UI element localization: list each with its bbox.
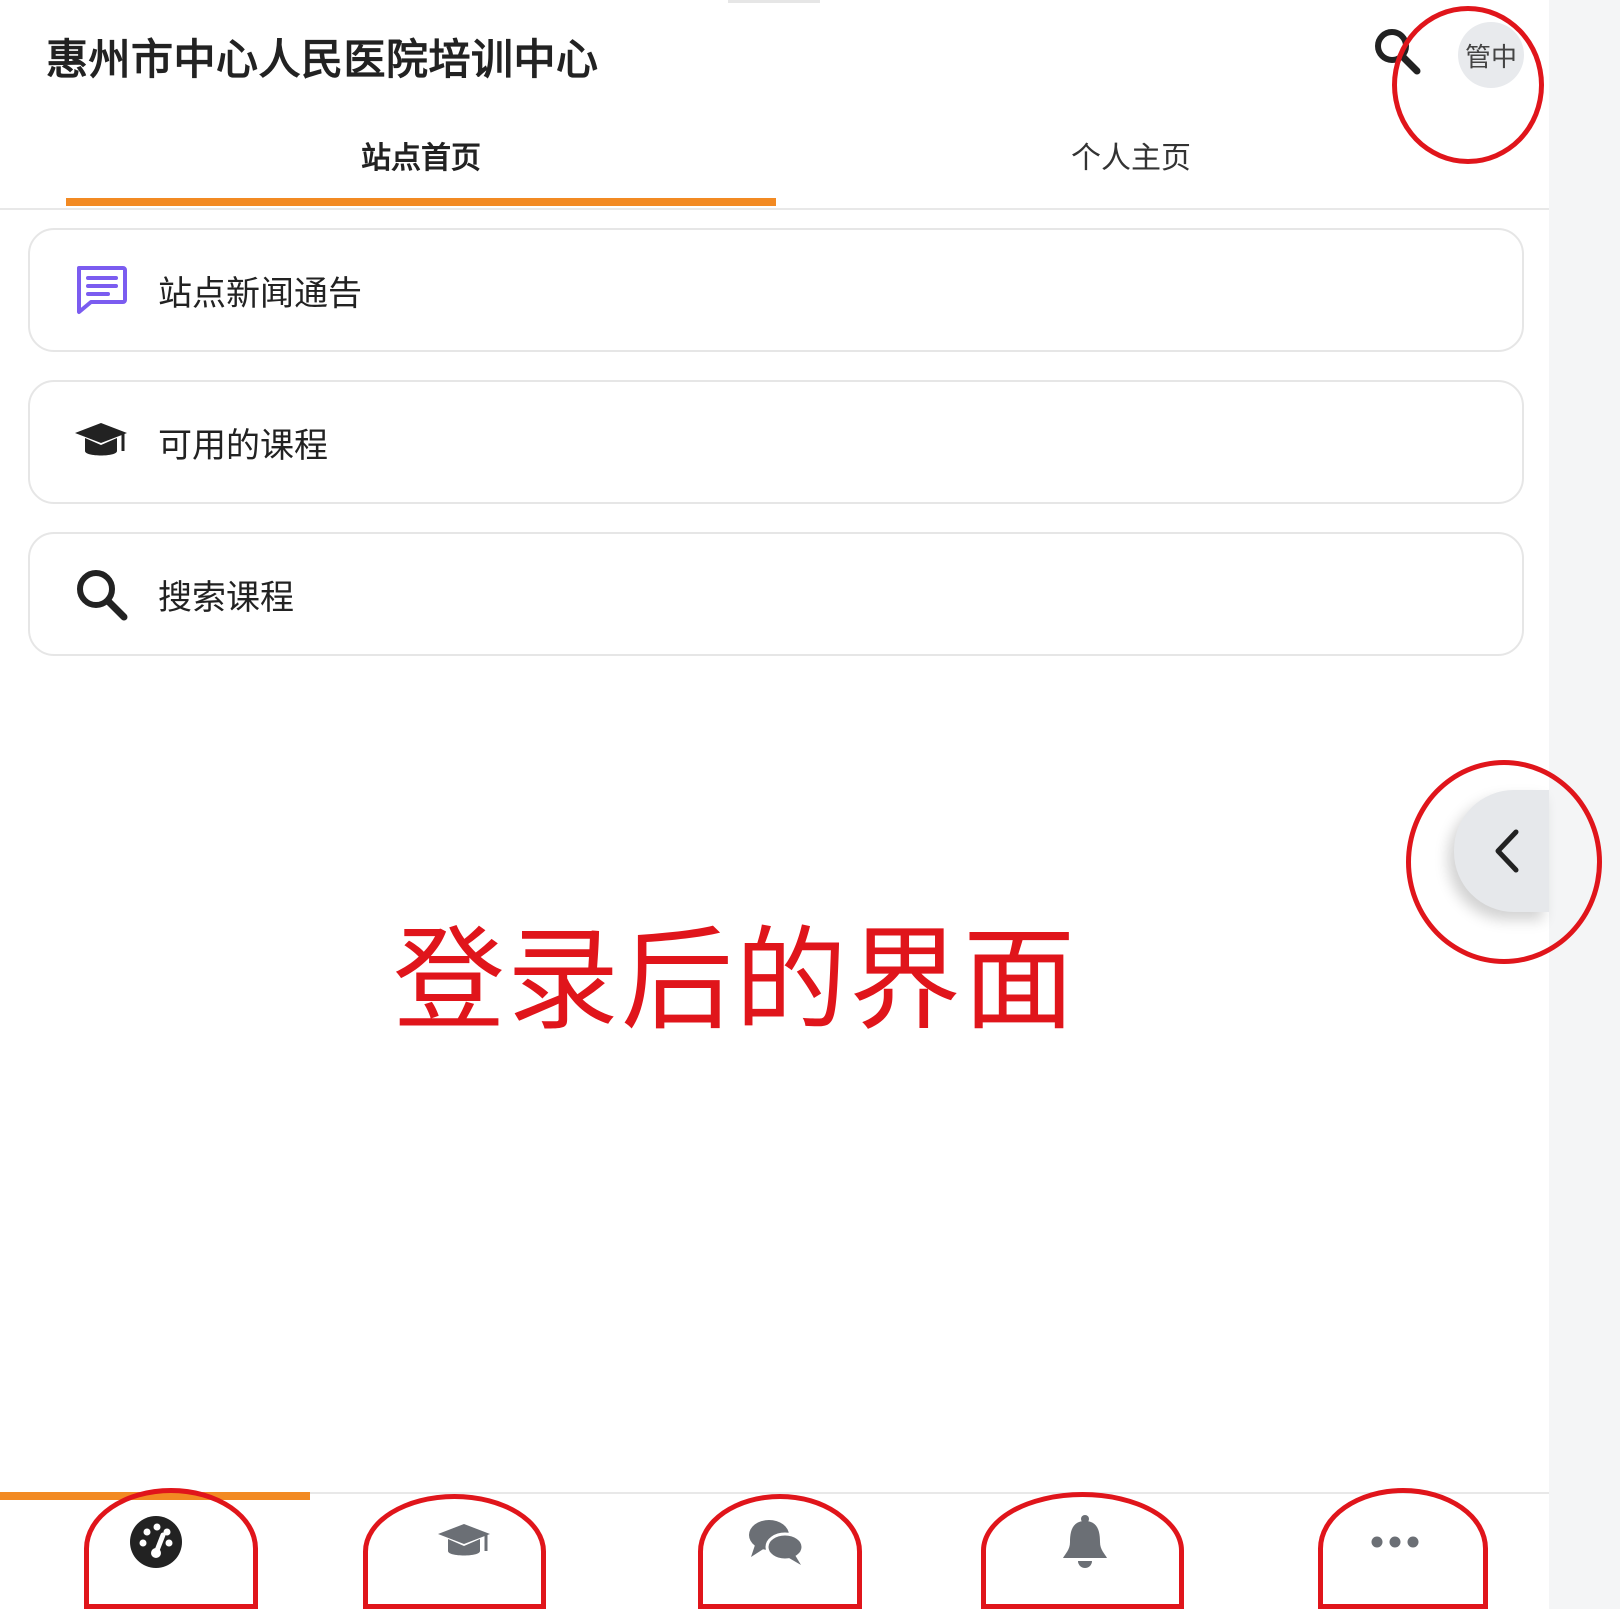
tab-site-home[interactable]: 站点首页: [66, 100, 776, 210]
active-tab-indicator: [66, 198, 776, 206]
annotation-ring-dashboard: [84, 1488, 258, 1609]
search-courses-label: 搜索课程: [158, 577, 294, 618]
top-handle: [728, 0, 820, 3]
search-icon: [72, 565, 130, 623]
available-courses-label: 可用的课程: [158, 425, 328, 466]
tab-bar: 站点首页 个人主页: [0, 100, 1549, 210]
annotation-ring-drawer: [1406, 760, 1602, 964]
site-news-label: 站点新闻通告: [158, 273, 362, 314]
annotation-ring-notifications: [981, 1492, 1184, 1609]
site-title: 惠州市中心人民医院培训中心: [46, 35, 599, 84]
chat-message-icon: [72, 261, 130, 319]
app-screen: 惠州市中心人民医院培训中心 管中 站点首页 个人主页 站点新闻通告 可用的课程 …: [0, 0, 1549, 1609]
annotation-text: 登录后的界面: [393, 916, 1077, 1046]
annotation-ring-more: [1318, 1488, 1488, 1609]
annotation-ring-avatar: [1392, 6, 1544, 164]
search-courses-card[interactable]: 搜索课程: [28, 532, 1524, 656]
annotation-ring-messages: [698, 1494, 862, 1609]
annotation-ring-courses: [363, 1494, 546, 1609]
available-courses-card[interactable]: 可用的课程: [28, 380, 1524, 504]
site-news-card[interactable]: 站点新闻通告: [28, 228, 1524, 352]
tab-personal-home[interactable]: 个人主页: [776, 100, 1486, 210]
graduation-cap-icon: [72, 413, 130, 471]
